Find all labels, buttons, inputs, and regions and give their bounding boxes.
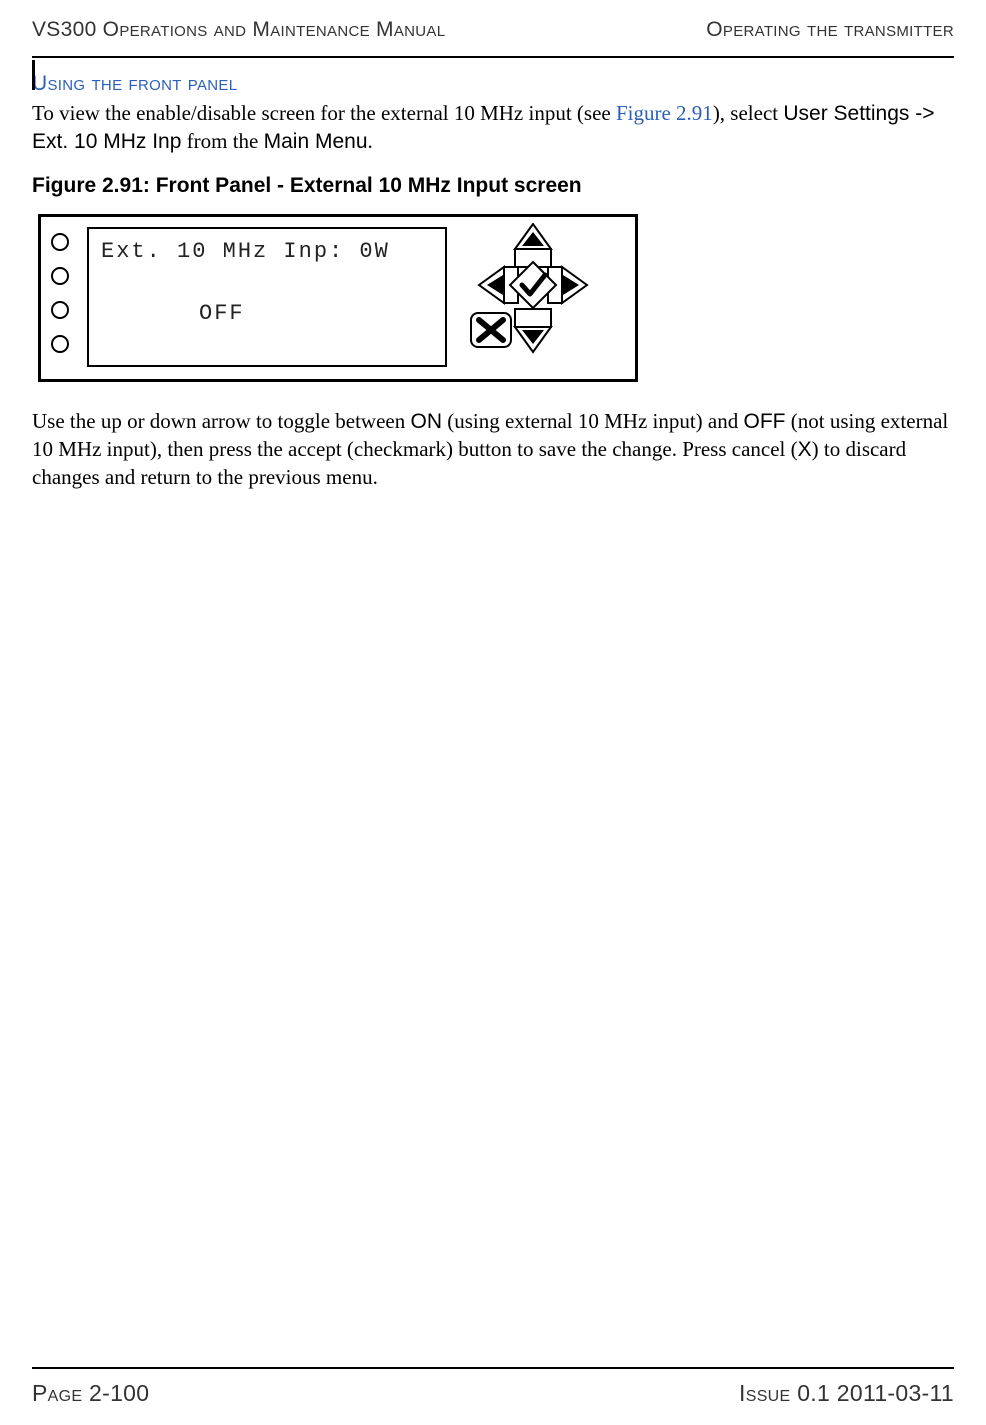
section-heading: Using the front panel	[32, 72, 958, 96]
intro-text: from the	[181, 129, 263, 153]
led-indicator	[51, 335, 69, 353]
header-left: VS300 Operations and Maintenance Manual	[32, 18, 445, 42]
body-text: (using external 10 MHz input) and	[442, 409, 744, 433]
intro-text: To view the enable/disable screen for th…	[32, 101, 616, 125]
led-indicator	[51, 233, 69, 251]
lcd-line-1: Ext. 10 MHz Inp: 0W	[101, 239, 390, 264]
body-paragraph: Use the up or down arrow to toggle betwe…	[32, 408, 958, 491]
lcd-display: Ext. 10 MHz Inp: 0W OFF	[87, 227, 447, 367]
lcd-line-2: OFF	[199, 301, 245, 326]
menu-root-text: Main Menu	[264, 130, 368, 153]
body-text: Use the up or down arrow to toggle betwe…	[32, 409, 410, 433]
nav-keypad-icon	[449, 223, 617, 378]
led-indicator	[51, 301, 69, 319]
led-indicator	[51, 267, 69, 285]
intro-text: ), select	[713, 101, 784, 125]
cancel-x-icon	[471, 313, 511, 347]
arrow-down-icon	[515, 309, 551, 352]
front-panel-illustration: Ext. 10 MHz Inp: 0W OFF	[38, 214, 638, 382]
side-rule	[32, 60, 35, 90]
intro-paragraph: To view the enable/disable screen for th…	[32, 100, 958, 156]
figure-caption: Figure 2.91: Front Panel - External 10 M…	[32, 174, 958, 198]
issue-date: Issue 0.1 2011-03-11	[739, 1380, 954, 1407]
on-label: ON	[410, 410, 442, 433]
figure-reference-link[interactable]: Figure 2.91	[616, 101, 713, 125]
footer-rule	[32, 1367, 954, 1369]
page-number: Page 2-100	[32, 1380, 149, 1407]
off-label: OFF	[744, 410, 786, 433]
led-indicator-column	[51, 233, 69, 353]
intro-text: .	[368, 129, 373, 153]
x-label: X	[798, 438, 812, 461]
header-right: Operating the transmitter	[706, 18, 954, 42]
arrow-up-icon	[515, 224, 551, 267]
